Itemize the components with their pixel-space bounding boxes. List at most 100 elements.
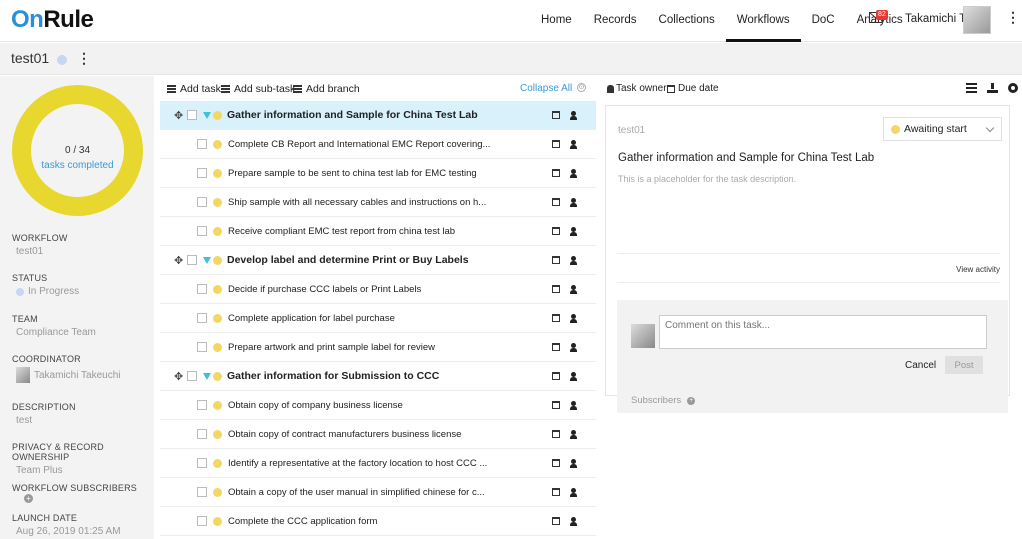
task-checkbox[interactable] [197, 226, 207, 236]
task-checkbox[interactable] [197, 429, 207, 439]
user-name[interactable]: Takamichi T. [905, 13, 968, 25]
task-checkbox[interactable] [197, 400, 207, 410]
onrule-logo[interactable]: OnRule [11, 6, 94, 34]
task-checkbox[interactable] [197, 139, 207, 149]
calendar-icon[interactable] [552, 401, 560, 409]
assignee-icon[interactable] [570, 255, 577, 265]
settings-gear-icon[interactable] [1008, 83, 1018, 93]
collapse-icon[interactable]: ⊙ [577, 83, 586, 92]
assignee-icon[interactable] [570, 458, 577, 468]
add-task-button[interactable]: Add task [167, 83, 221, 95]
task-text[interactable]: Identify a representative at the factory… [228, 458, 487, 469]
add-subscriber-icon[interactable]: + [24, 494, 33, 504]
task-row[interactable]: Complete CB Report and International EMC… [160, 130, 596, 159]
task-checkbox[interactable] [187, 371, 197, 381]
task-checkbox[interactable] [187, 255, 197, 265]
assignee-icon[interactable] [570, 110, 577, 120]
add-subscriber-icon[interactable]: + [687, 396, 696, 405]
task-row[interactable]: Decide if purchase CCC labels or Print L… [160, 275, 596, 304]
task-checkbox[interactable] [197, 458, 207, 468]
task-row[interactable]: Complete application for label purchase [160, 304, 596, 333]
calendar-icon[interactable] [552, 314, 560, 322]
calendar-icon[interactable] [552, 169, 560, 177]
task-text[interactable]: Gather information for Submission to CCC [227, 370, 439, 382]
task-row[interactable]: Obtain copy of contract manufacturers bu… [160, 420, 596, 449]
nav-collections[interactable]: Collections [648, 0, 726, 42]
task-checkbox[interactable] [187, 110, 197, 120]
add-subtask-button[interactable]: Add sub-task [221, 83, 295, 95]
task-group-row[interactable]: ✥ Gather information and Sample for China… [160, 101, 596, 130]
assignee-icon[interactable] [570, 400, 577, 410]
task-checkbox[interactable] [197, 342, 207, 352]
task-text[interactable]: Receive compliant EMC test report from c… [228, 226, 455, 237]
workflow-menu-icon[interactable]: ⋮ [77, 51, 91, 65]
assignee-icon[interactable] [570, 516, 577, 526]
calendar-icon[interactable] [552, 517, 560, 525]
calendar-icon[interactable] [552, 227, 560, 235]
task-checkbox[interactable] [197, 168, 207, 178]
drag-handle-icon[interactable]: ✥ [174, 109, 183, 122]
expand-triangle-icon[interactable] [203, 256, 211, 264]
task-row[interactable]: Identify a representative at the factory… [160, 449, 596, 478]
task-title[interactable]: Gather information and Sample for China … [618, 152, 874, 164]
list-view-icon[interactable] [966, 83, 977, 93]
view-activity-link[interactable]: View activity [956, 265, 1000, 274]
calendar-icon[interactable] [552, 430, 560, 438]
upload-icon[interactable] [987, 83, 998, 93]
due-date-filter[interactable]: Due date [667, 83, 719, 94]
post-button[interactable]: Post [945, 356, 983, 374]
task-row[interactable]: Receive compliant EMC test report from c… [160, 217, 596, 246]
calendar-icon[interactable] [552, 256, 560, 264]
calendar-icon[interactable] [552, 488, 560, 496]
task-row[interactable]: Complete the CCC application form [160, 507, 596, 536]
assignee-icon[interactable] [570, 139, 577, 149]
drag-handle-icon[interactable]: ✥ [174, 254, 183, 267]
assignee-icon[interactable] [570, 168, 577, 178]
assignee-icon[interactable] [570, 487, 577, 497]
nav-doc[interactable]: DoC [801, 0, 846, 42]
calendar-icon[interactable] [552, 285, 560, 293]
calendar-icon[interactable] [552, 343, 560, 351]
cancel-button[interactable]: Cancel [905, 360, 936, 371]
task-text[interactable]: Obtain copy of contract manufacturers bu… [228, 429, 461, 440]
expand-triangle-icon[interactable] [203, 372, 211, 380]
task-checkbox[interactable] [197, 284, 207, 294]
task-row[interactable]: Ship sample with all necessary cables an… [160, 188, 596, 217]
task-row[interactable]: Obtain a copy of the user manual in simp… [160, 478, 596, 507]
task-row[interactable]: Obtain copy of company business license [160, 391, 596, 420]
assignee-icon[interactable] [570, 197, 577, 207]
nav-records[interactable]: Records [583, 0, 648, 42]
task-row[interactable]: Prepare artwork and print sample label f… [160, 333, 596, 362]
task-text[interactable]: Obtain copy of company business license [228, 400, 403, 411]
task-text[interactable]: Complete application for label purchase [228, 313, 395, 324]
task-owner-filter[interactable]: Task owner [607, 83, 667, 94]
task-checkbox[interactable] [197, 197, 207, 207]
assignee-icon[interactable] [570, 226, 577, 236]
add-branch-button[interactable]: Add branch [293, 83, 360, 95]
expand-triangle-icon[interactable] [203, 111, 211, 119]
user-avatar[interactable] [963, 6, 991, 34]
assignee-icon[interactable] [570, 313, 577, 323]
nav-home[interactable]: Home [530, 0, 583, 42]
task-description[interactable]: This is a placeholder for the task descr… [618, 174, 796, 184]
task-group-row[interactable]: ✥ Develop label and determine Print or Bu… [160, 246, 596, 275]
calendar-icon[interactable] [552, 198, 560, 206]
task-text[interactable]: Decide if purchase CCC labels or Print L… [228, 284, 421, 295]
task-text[interactable]: Prepare artwork and print sample label f… [228, 342, 435, 353]
task-group-row[interactable]: ✥ Gather information for Submission to CC… [160, 362, 596, 391]
assignee-icon[interactable] [570, 429, 577, 439]
comment-input[interactable] [659, 315, 987, 349]
task-text[interactable]: Complete the CCC application form [228, 516, 377, 527]
task-row[interactable]: Prepare sample to be sent to china test … [160, 159, 596, 188]
task-text[interactable]: Obtain a copy of the user manual in simp… [228, 487, 485, 498]
nav-workflows[interactable]: Workflows [725, 0, 801, 42]
more-options-icon[interactable]: ⋮ [1006, 10, 1020, 24]
assignee-icon[interactable] [570, 342, 577, 352]
task-checkbox[interactable] [197, 313, 207, 323]
calendar-icon[interactable] [552, 111, 560, 119]
task-status-dropdown[interactable]: Awaiting start [883, 117, 1002, 141]
calendar-icon[interactable] [552, 140, 560, 148]
collapse-all-link[interactable]: Collapse All [520, 83, 572, 94]
task-text[interactable]: Gather information and Sample for China … [227, 109, 478, 121]
assignee-icon[interactable] [570, 371, 577, 381]
